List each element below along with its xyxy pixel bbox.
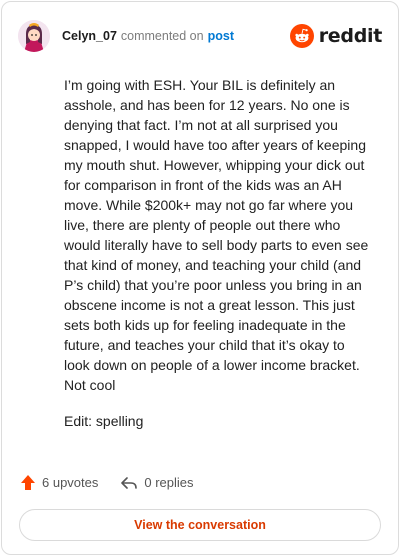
reply-button[interactable]: 0 replies: [120, 475, 194, 491]
avatar-image: [18, 20, 50, 52]
commented-on-text: commented on: [120, 29, 204, 43]
reddit-snoo-icon: [289, 24, 314, 48]
reply-arrow-icon: [121, 476, 138, 489]
post-link[interactable]: post: [208, 29, 234, 43]
comment-meta: Celyn_07 commented on post: [62, 29, 234, 43]
comment-paragraph: I’m going with ESH. Your BIL is definite…: [64, 77, 369, 393]
upvote-arrow-icon: [21, 475, 35, 490]
comment-body: I’m going with ESH. Your BIL is definite…: [64, 75, 374, 447]
avatar[interactable]: [18, 20, 50, 52]
comment-actions: 6 upvotes 0 replies: [20, 474, 194, 491]
reddit-wordmark: reddit: [318, 25, 383, 47]
username[interactable]: Celyn_07: [62, 29, 117, 43]
reddit-brand[interactable]: reddit: [289, 24, 383, 48]
comment-header: Celyn_07 commented on post reddit: [18, 18, 382, 54]
embedded-comment-card: Celyn_07 commented on post reddit I’m go…: [1, 1, 399, 555]
comment-paragraph-edit: Edit: spelling: [64, 413, 144, 429]
upvote-count: 6 upvotes: [42, 475, 99, 490]
upvote-button[interactable]: 6 upvotes: [20, 474, 98, 491]
reply-count: 0 replies: [144, 475, 194, 490]
view-conversation-button[interactable]: View the conversation: [19, 509, 381, 541]
